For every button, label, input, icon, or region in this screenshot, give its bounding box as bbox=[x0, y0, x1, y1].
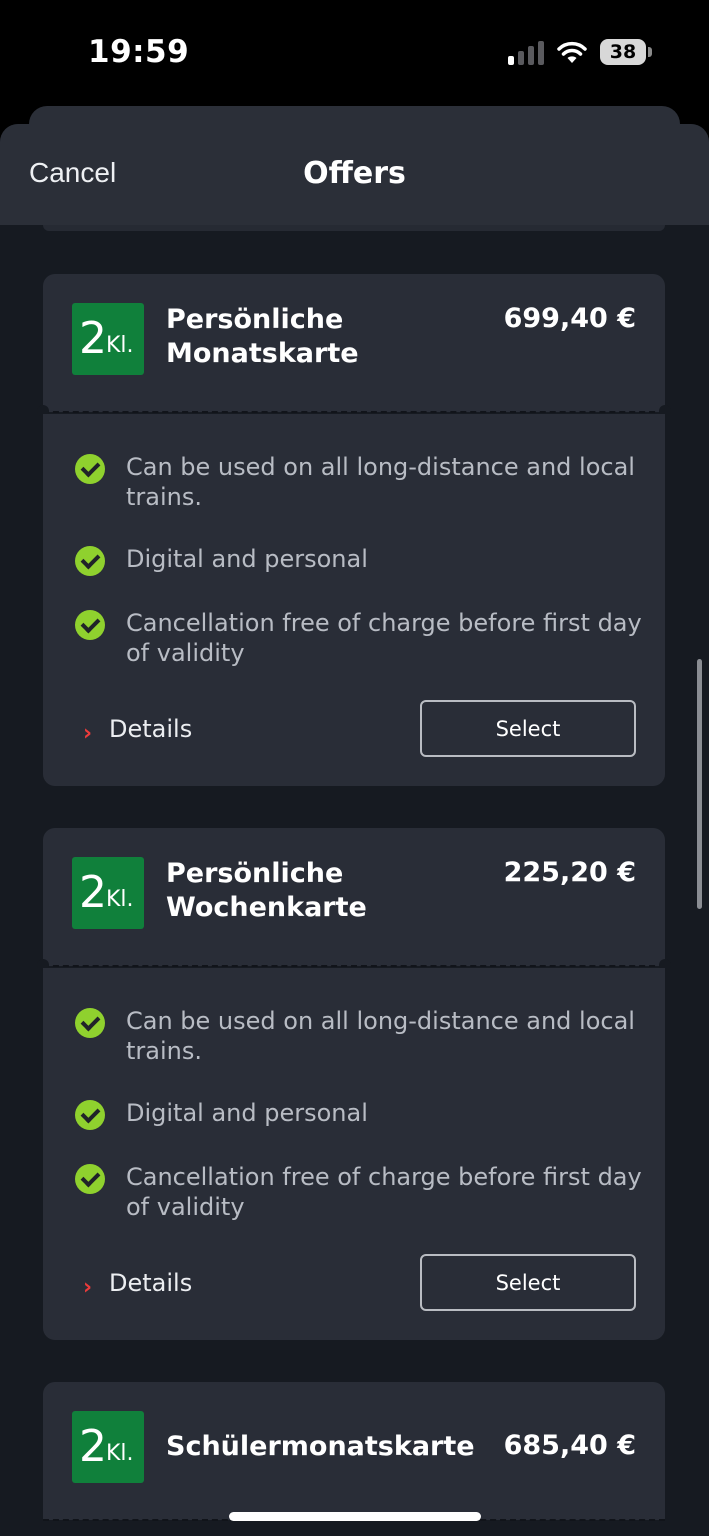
feature-text: Digital and personal bbox=[126, 545, 368, 573]
offer-header: 2 Kl. Persönliche Monatskarte 699,40 € bbox=[43, 274, 665, 412]
second-class-badge: 2 Kl. bbox=[72, 1411, 144, 1483]
offer-card: 2 Kl. Persönliche Monatskarte 699,40 € C… bbox=[37, 274, 671, 786]
navigation-bar: Cancel Offers bbox=[0, 124, 709, 225]
class-number: 2 bbox=[79, 1421, 107, 1472]
offer-name: Persönliche Monatskarte bbox=[166, 304, 359, 369]
chevron-right-icon: › bbox=[83, 721, 93, 746]
offer-name: Schülermonatskarte bbox=[166, 1431, 475, 1462]
home-indicator[interactable] bbox=[229, 1512, 481, 1521]
check-circle-icon bbox=[75, 454, 105, 484]
check-circle-icon bbox=[75, 610, 105, 640]
class-number: 2 bbox=[79, 313, 107, 364]
check-circle-icon bbox=[75, 546, 105, 576]
class-suffix: Kl. bbox=[106, 887, 134, 912]
details-label: Details bbox=[109, 715, 193, 743]
feature-text: Digital and personal bbox=[126, 1099, 368, 1127]
second-class-badge: 2 Kl. bbox=[72, 857, 144, 929]
chevron-right-icon: › bbox=[83, 1275, 93, 1300]
offer-card: 2 Kl. Schülermonatskarte 685,40 € bbox=[43, 1382, 665, 1521]
class-number: 2 bbox=[79, 867, 107, 918]
offers-sheet: Cancel Offers 2 Kl. Persönliche Monatska… bbox=[0, 124, 709, 1536]
select-button[interactable]: Select bbox=[420, 700, 636, 757]
page-title: Offers bbox=[303, 156, 406, 191]
offer-header: 2 Kl. Schülermonatskarte 685,40 € bbox=[43, 1382, 665, 1520]
offers-screen: 19:59 38 Cancel Offers 2 Kl. Persönliche… bbox=[0, 0, 709, 1536]
feature-text: Can be used on all long-distance and loc… bbox=[126, 453, 635, 511]
offer-header: 2 Kl. Persönliche Wochenkarte 225,20 € bbox=[43, 828, 665, 966]
details-label: Details bbox=[109, 1269, 193, 1297]
battery-icon: 38 bbox=[600, 39, 652, 65]
feature-text: Can be used on all long-distance and loc… bbox=[126, 1007, 635, 1065]
offer-name: Persönliche Wochenkarte bbox=[166, 858, 367, 923]
check-circle-icon bbox=[75, 1008, 105, 1038]
offer-price: 225,20 € bbox=[503, 857, 636, 888]
check-circle-icon bbox=[75, 1100, 105, 1130]
feature-text: Cancellation free of charge before first… bbox=[126, 609, 642, 667]
cellular-signal-icon bbox=[508, 41, 544, 65]
previous-card-edge bbox=[43, 225, 665, 231]
offer-price: 685,40 € bbox=[503, 1430, 636, 1461]
offer-features: Can be used on all long-distance and loc… bbox=[43, 414, 665, 786]
class-suffix: Kl. bbox=[106, 333, 134, 358]
check-circle-icon bbox=[75, 1164, 105, 1194]
offer-features: Can be used on all long-distance and loc… bbox=[43, 968, 665, 1340]
wifi-icon bbox=[557, 41, 587, 63]
battery-level: 38 bbox=[600, 39, 646, 65]
feature-text: Cancellation free of charge before first… bbox=[126, 1163, 642, 1221]
status-bar: 19:59 38 bbox=[0, 0, 709, 105]
offer-card: 2 Kl. Persönliche Wochenkarte 225,20 € C… bbox=[37, 828, 671, 1340]
offer-price: 699,40 € bbox=[503, 303, 636, 334]
class-suffix: Kl. bbox=[106, 1441, 134, 1466]
second-class-badge: 2 Kl. bbox=[72, 303, 144, 375]
select-button[interactable]: Select bbox=[420, 1254, 636, 1311]
scrollbar[interactable] bbox=[697, 659, 702, 909]
status-time: 19:59 bbox=[88, 34, 190, 70]
